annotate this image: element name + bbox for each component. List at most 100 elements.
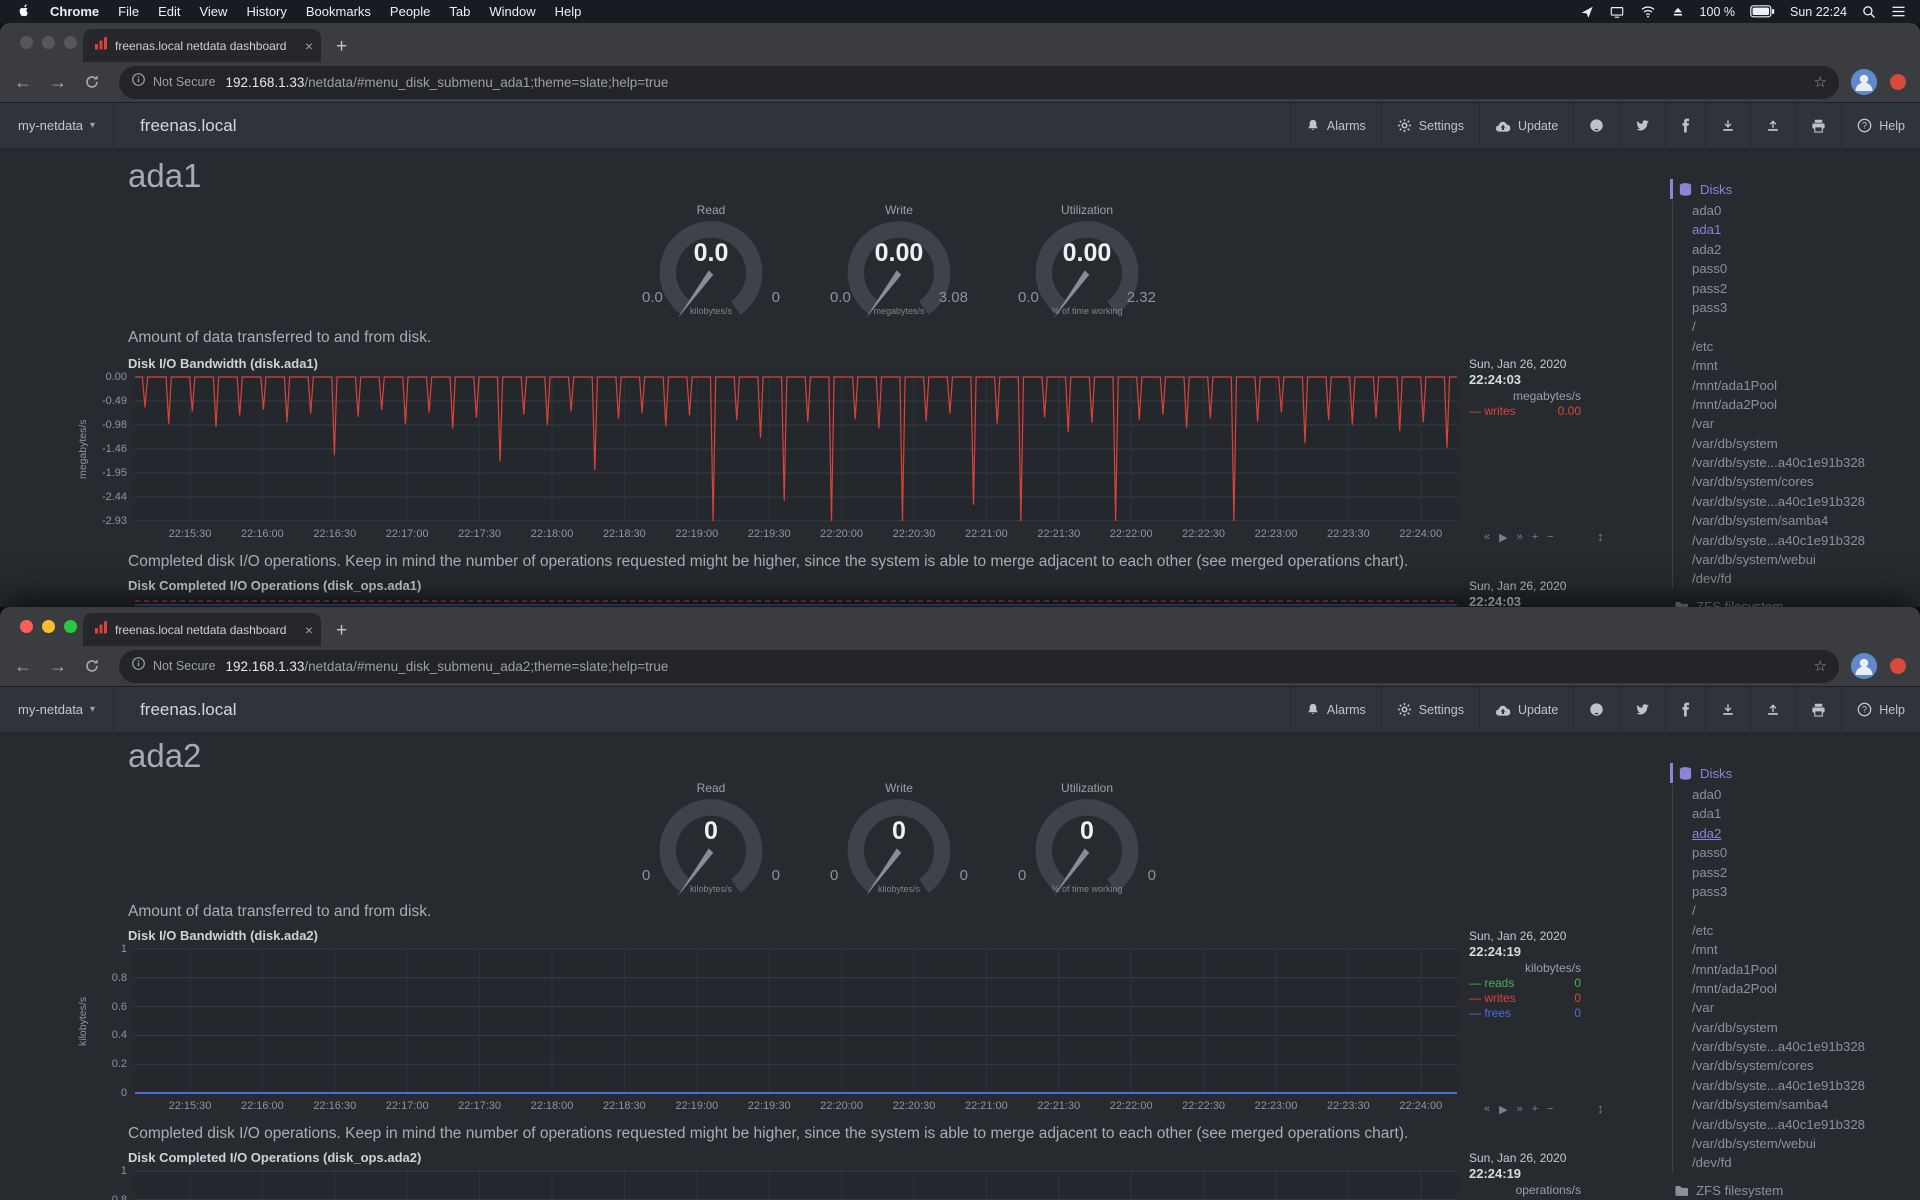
chart-resize-handle[interactable]: ↕ (1597, 1101, 1604, 1116)
alarms-button[interactable]: Alarms (1290, 103, 1381, 148)
profile-avatar[interactable] (1851, 653, 1877, 679)
chart-canvas[interactable]: kilobytes/s 10.80.60.40.20 (77, 947, 1629, 1095)
alarms-button[interactable]: Alarms (1290, 687, 1381, 732)
sidebar-item-var-db-system-samba4[interactable]: /var/db/system/samba4 (1692, 511, 1920, 530)
gauge-write[interactable]: Write 0.00 0.0 3.08 megabytes/s (814, 203, 984, 315)
menubar-item-window[interactable]: Window (489, 4, 535, 19)
export-icon[interactable] (1705, 687, 1750, 732)
battery-icon[interactable] (1750, 5, 1775, 18)
forward-button[interactable]: → (49, 73, 67, 91)
chart-disk-io-bandwidth[interactable]: Disk I/O Bandwidth (disk.ada2) kilobytes… (77, 927, 1629, 1117)
menubar-item-chrome[interactable]: Chrome (50, 4, 99, 19)
gauge-read[interactable]: Read 0 0 0 kilobytes/s (626, 781, 796, 893)
browser-tab[interactable]: freenas.local netdata dashboard × (83, 29, 321, 62)
menubar-item-help[interactable]: Help (555, 4, 582, 19)
legend-series-writes[interactable]: — writes0.00 (1469, 404, 1581, 419)
pan-forward-icon[interactable]: » (1517, 1103, 1523, 1116)
chart-disk-ops[interactable]: Disk Completed I/O Operations (disk_ops.… (77, 577, 1629, 607)
macos-zoom-button[interactable] (64, 620, 77, 633)
sidebar-item-var-db-syste-a40c1e91b328[interactable]: /var/db/syste...a40c1e91b328 (1692, 1076, 1920, 1095)
location-arrow-icon[interactable] (1580, 5, 1594, 19)
macos-minimize-button[interactable] (42, 36, 55, 49)
sidebar-item-ada0[interactable]: ada0 (1692, 785, 1920, 804)
ops-plot[interactable] (135, 1169, 1457, 1200)
sidebar-item-var-db-syste-a40c1e91b328[interactable]: /var/db/syste...a40c1e91b328 (1692, 1115, 1920, 1134)
profile-avatar[interactable] (1851, 69, 1877, 95)
sidebar-item-var-db-system-cores[interactable]: /var/db/system/cores (1692, 1056, 1920, 1075)
new-tab-button[interactable]: + (336, 37, 347, 56)
spotlight-search-icon[interactable] (1862, 5, 1876, 19)
sidebar-item-ada2[interactable]: ada2 (1692, 824, 1920, 843)
gauge-utilization[interactable]: Utilization 0 0 0 % of time working (1002, 781, 1172, 893)
menubar-item-file[interactable]: File (118, 4, 139, 19)
chart-resize-handle[interactable]: ↕ (1597, 529, 1604, 544)
export-icon[interactable] (1705, 103, 1750, 148)
legend-series-reads[interactable]: — reads0 (1469, 976, 1581, 991)
github-icon[interactable] (1573, 687, 1619, 732)
play-icon[interactable]: ▶ (1499, 531, 1507, 544)
address-bar[interactable]: Not Secure 192.168.1.33/netdata/#menu_di… (119, 66, 1839, 99)
menubar-item-bookmarks[interactable]: Bookmarks (306, 4, 371, 19)
display-icon[interactable] (1609, 5, 1625, 19)
zoom-in-icon[interactable]: + (1532, 531, 1538, 544)
chart-toolbox[interactable]: «▶»+− (1484, 1103, 1554, 1116)
back-button[interactable]: ← (14, 657, 32, 675)
sidebar-item-mnt-ada1pool[interactable]: /mnt/ada1Pool (1692, 960, 1920, 979)
sidebar-item-pass0[interactable]: pass0 (1692, 843, 1920, 862)
zoom-out-icon[interactable]: − (1547, 1103, 1553, 1116)
sidebar-item-ada1[interactable]: ada1 (1692, 804, 1920, 823)
chart-canvas[interactable]: megabytes/s 0.00-0.49-0.98-1.46-1.95-2.4… (77, 375, 1629, 523)
notification-list-icon[interactable] (1891, 5, 1906, 18)
pan-backward-icon[interactable]: « (1484, 531, 1490, 544)
twitter-icon[interactable] (1619, 103, 1665, 148)
macos-zoom-button[interactable] (64, 36, 77, 49)
reload-button[interactable] (84, 658, 100, 674)
zoom-out-icon[interactable]: − (1547, 531, 1553, 544)
sidebar-item-ada0[interactable]: ada0 (1692, 201, 1920, 220)
pan-forward-icon[interactable]: » (1517, 531, 1523, 544)
import-icon[interactable] (1750, 103, 1795, 148)
apple-menu-icon[interactable] (18, 3, 31, 21)
bookmark-star-icon[interactable]: ☆ (1814, 73, 1827, 91)
sidebar-item-mnt[interactable]: /mnt (1692, 356, 1920, 375)
sidebar-item-dev-fd[interactable]: /dev/fd (1692, 1153, 1920, 1172)
sidebar-item-var-db-system-webui[interactable]: /var/db/system/webui (1692, 550, 1920, 569)
sidebar-section-zfs[interactable]: ZFS filesystem (1670, 597, 1920, 607)
address-bar[interactable]: Not Secure 192.168.1.33/netdata/#menu_di… (119, 650, 1839, 683)
chart-canvas[interactable]: 10.8 (77, 1169, 1629, 1200)
sidebar-item-var-db-syste-a40c1e91b328[interactable]: /var/db/syste...a40c1e91b328 (1692, 453, 1920, 472)
browser-tab[interactable]: freenas.local netdata dashboard × (83, 613, 321, 646)
sidebar-item-var-db-system-webui[interactable]: /var/db/system/webui (1692, 1134, 1920, 1153)
site-info-icon[interactable] (131, 72, 146, 92)
sidebar-item-dev-fd[interactable]: /dev/fd (1692, 569, 1920, 588)
chart-disk-io-bandwidth[interactable]: Disk I/O Bandwidth (disk.ada1) megabytes… (77, 355, 1629, 545)
zoom-in-icon[interactable]: + (1532, 1103, 1538, 1116)
bookmark-star-icon[interactable]: ☆ (1814, 657, 1827, 675)
bandwidth-plot[interactable] (135, 947, 1457, 1095)
sidebar-item-etc[interactable]: /etc (1692, 337, 1920, 356)
sidebar-item-pass2[interactable]: pass2 (1692, 863, 1920, 882)
tab-close-icon[interactable]: × (305, 38, 313, 54)
eject-icon[interactable] (1671, 5, 1685, 18)
sidebar-item-var-db-syste-a40c1e91b328[interactable]: /var/db/syste...a40c1e91b328 (1692, 531, 1920, 550)
menubar-clock[interactable]: Sun 22:24 (1790, 5, 1847, 19)
macos-close-button[interactable] (20, 620, 33, 633)
settings-button[interactable]: Settings (1381, 103, 1479, 148)
wifi-icon[interactable] (1640, 5, 1656, 18)
help-button[interactable]: ?Help (1841, 687, 1920, 732)
back-button[interactable]: ← (14, 73, 32, 91)
sidebar-section-disks[interactable]: Disks (1670, 179, 1920, 199)
twitter-icon[interactable] (1619, 687, 1665, 732)
print-icon[interactable] (1795, 687, 1841, 732)
sidebar-item-var[interactable]: /var (1692, 414, 1920, 433)
sidebar-item-var[interactable]: /var (1692, 998, 1920, 1017)
gauge-read[interactable]: Read 0.0 0.0 0 kilobytes/s (626, 203, 796, 315)
menubar-item-people[interactable]: People (390, 4, 430, 19)
sidebar-item-var-db-system[interactable]: /var/db/system (1692, 434, 1920, 453)
menubar-item-view[interactable]: View (199, 4, 227, 19)
pan-backward-icon[interactable]: « (1484, 1103, 1490, 1116)
facebook-icon[interactable] (1665, 103, 1705, 148)
forward-button[interactable]: → (49, 657, 67, 675)
chart-disk-ops[interactable]: Disk Completed I/O Operations (disk_ops.… (77, 1149, 1629, 1200)
sidebar-section-disks[interactable]: Disks (1670, 763, 1920, 783)
